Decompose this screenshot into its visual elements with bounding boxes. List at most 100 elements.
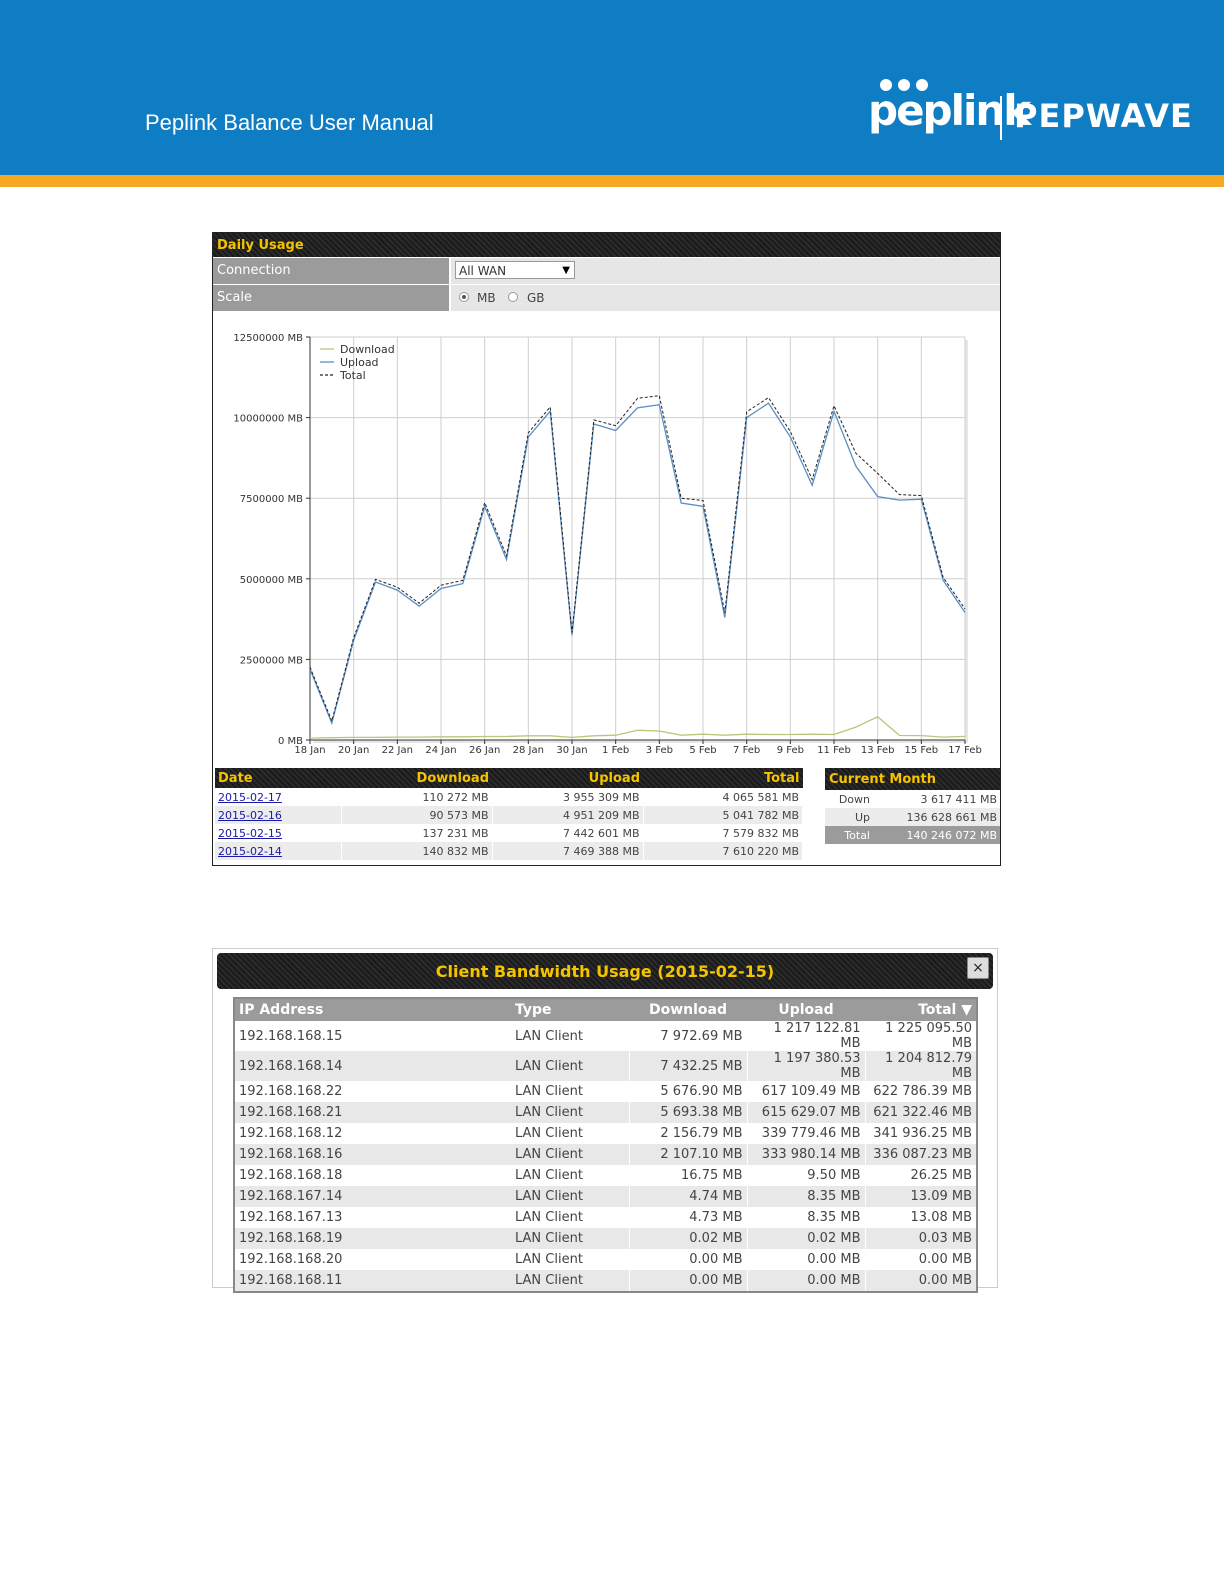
ip-address-cell: 192.168.168.18 <box>239 1168 343 1183</box>
client-table-row[interactable]: 192.168.167.13 LAN Client 4.73 MB 8.35 MB 13… <box>234 1207 977 1228</box>
type-cell: LAN Client <box>511 1051 629 1081</box>
client-table-row[interactable]: 192.168.168.16 LAN Client 2 107.10 MB 333 9… <box>234 1144 977 1165</box>
total-cell: 1 204 812.79 MB <box>864 1051 977 1081</box>
x-tick-label: 13 Feb <box>861 745 895 756</box>
header-total[interactable]: Total <box>643 768 803 788</box>
logo-divider <box>1000 96 1002 140</box>
type-cell: LAN Client <box>511 1228 629 1249</box>
x-tick-label: 20 Jan <box>338 745 369 756</box>
ip-address-cell: 192.168.168.21 <box>234 1102 511 1123</box>
connection-select[interactable]: All WAN ▼ <box>455 261 575 279</box>
daily-usage-table: Date Download Upload Total 2015-02-17 110… <box>215 768 803 860</box>
x-tick-label: 17 Feb <box>948 745 982 756</box>
upload-cell: 617 109.49 MB <box>746 1081 865 1102</box>
type-cell: LAN Client <box>511 1270 629 1292</box>
type-cell: LAN Client <box>515 1210 583 1225</box>
total-cell: 7 579 832 MB <box>643 824 803 842</box>
client-table-row[interactable]: 192.168.168.22 LAN Client 5 676.90 MB 617 1… <box>234 1081 977 1102</box>
date-link[interactable]: 2015-02-17 <box>218 791 282 804</box>
type-cell: LAN Client <box>515 1126 583 1141</box>
client-bandwidth-panel: Client Bandwidth Usage (2015-02-15) × IP… <box>212 948 998 1293</box>
date-link[interactable]: 2015-02-15 <box>218 827 282 840</box>
header-total-sorted[interactable]: Total ▼ <box>865 998 977 1021</box>
plot-area <box>309 336 966 741</box>
upload-cell: 1 197 380.53 MB <box>746 1051 865 1081</box>
type-cell: LAN Client <box>511 1144 629 1165</box>
client-table-row[interactable]: 192.168.168.14 LAN Client 7 432.25 MB 1 197… <box>234 1051 977 1081</box>
x-tick-label: 24 Jan <box>425 745 456 756</box>
legend-label-download: Download <box>340 343 395 356</box>
header-download[interactable]: Download <box>341 768 492 788</box>
current-month-value: 136 628 661 MB <box>873 808 1000 826</box>
client-table-row[interactable]: 192.168.168.18 LAN Client 16.75 MB 9.50 MB 2… <box>234 1165 977 1186</box>
download-cell: 7 972.69 MB <box>628 1021 747 1051</box>
date-cell: 2015-02-16 <box>215 806 342 824</box>
download-cell: 0.00 MB <box>628 1249 747 1270</box>
type-cell: LAN Client <box>515 1028 583 1044</box>
upload-cell: 0.00 MB <box>746 1270 865 1292</box>
total-cell: 341 936.25 MB <box>864 1123 977 1144</box>
client-table-row[interactable]: 192.168.168.19 LAN Client 0.02 MB 0.02 MB 0.… <box>234 1228 977 1249</box>
scale-mb-label: MB <box>477 291 496 305</box>
x-tick-label: 7 Feb <box>733 745 760 756</box>
total-cell: 1 225 095.50 MB <box>864 1021 977 1051</box>
header-upload[interactable]: Upload <box>492 768 643 788</box>
date-link[interactable]: 2015-02-16 <box>218 809 282 822</box>
total-cell: 336 087.23 MB <box>864 1144 977 1165</box>
client-table-row[interactable]: 192.168.168.11 LAN Client 0.00 MB 0.00 MB 0.… <box>234 1270 977 1292</box>
client-table-row[interactable]: 192.168.168.20 LAN Client 0.00 MB 0.00 MB 0.… <box>234 1249 977 1270</box>
manual-header-banner: Peplink Balance User Manual peplink PEPW… <box>0 0 1224 175</box>
upload-cell: 0.00 MB <box>746 1249 865 1270</box>
date-cell: 2015-02-15 <box>215 824 342 842</box>
scale-gb-radio[interactable] <box>508 292 518 302</box>
y-tick-label: 7500000 MB <box>240 494 303 505</box>
y-tick-label: 2500000 MB <box>240 655 303 666</box>
ip-address-cell: 192.168.168.20 <box>239 1252 343 1267</box>
current-month-value: 140 246 072 MB <box>873 826 1000 844</box>
ip-address-cell: 192.168.168.19 <box>234 1228 511 1249</box>
daily-table-row: 2015-02-14 140 832 MB 7 469 388 MB 7 610 22… <box>215 842 803 860</box>
header-type[interactable]: Type <box>511 998 629 1021</box>
type-cell: LAN Client <box>511 1186 629 1207</box>
upload-cell: 9.50 MB <box>746 1165 865 1186</box>
close-button[interactable]: × <box>967 957 989 979</box>
daily-usage-title: Daily Usage <box>213 233 1000 257</box>
client-table-row[interactable]: 192.168.168.12 LAN Client 2 156.79 MB 339 7… <box>234 1123 977 1144</box>
header-stripe <box>0 175 1224 187</box>
scale-value-cell: MB GB <box>451 285 1000 311</box>
download-cell: 0.00 MB <box>628 1270 747 1292</box>
date-cell: 2015-02-14 <box>215 842 342 860</box>
header-download[interactable]: Download <box>629 998 747 1021</box>
x-tick-label: 9 Feb <box>777 745 804 756</box>
x-tick-label: 22 Jan <box>382 745 413 756</box>
header-upload[interactable]: Upload <box>747 998 865 1021</box>
date-link[interactable]: 2015-02-14 <box>218 845 282 858</box>
connection-value-cell: All WAN ▼ <box>451 258 1000 284</box>
daily-table-row: 2015-02-15 137 231 MB 7 442 601 MB 7 579 83… <box>215 824 803 842</box>
x-tick-label: 1 Feb <box>602 745 629 756</box>
client-table-row[interactable]: 192.168.168.15 LAN Client 7 972.69 MB 1 217… <box>234 1021 977 1051</box>
download-cell: 90 573 MB <box>341 806 493 824</box>
total-cell: 621 322.46 MB <box>864 1102 977 1123</box>
current-month-title: Current Month <box>829 771 937 787</box>
client-table-header: IP Address Type Download Upload Total ▼ <box>234 998 977 1021</box>
client-table-row[interactable]: 192.168.167.14 LAN Client 4.74 MB 8.35 MB 13… <box>234 1186 977 1207</box>
total-cell: 0.00 MB <box>864 1249 977 1270</box>
daily-usage-panel: Daily Usage Connection All WAN ▼ Scale M… <box>212 232 1001 866</box>
download-cell: 2 107.10 MB <box>628 1144 747 1165</box>
x-tick-label: 30 Jan <box>556 745 587 756</box>
client-table-row[interactable]: 192.168.168.21 LAN Client 5 693.38 MB 615 6… <box>234 1102 977 1123</box>
upload-cell: 0.02 MB <box>746 1228 865 1249</box>
download-cell: 5 676.90 MB <box>628 1081 747 1102</box>
x-tick-label: 28 Jan <box>513 745 544 756</box>
download-cell: 137 231 MB <box>341 824 493 842</box>
total-cell: 622 786.39 MB <box>864 1081 977 1102</box>
upload-cell: 7 442 601 MB <box>492 824 644 842</box>
header-date[interactable]: Date <box>215 768 341 788</box>
download-cell: 2 156.79 MB <box>628 1123 747 1144</box>
header-ip-address[interactable]: IP Address <box>234 998 511 1021</box>
scale-mb-radio[interactable] <box>459 292 469 302</box>
upload-cell: 3 955 309 MB <box>492 788 644 806</box>
manual-title: Peplink Balance User Manual <box>145 110 434 135</box>
ip-address-cell: 192.168.168.16 <box>234 1144 511 1165</box>
